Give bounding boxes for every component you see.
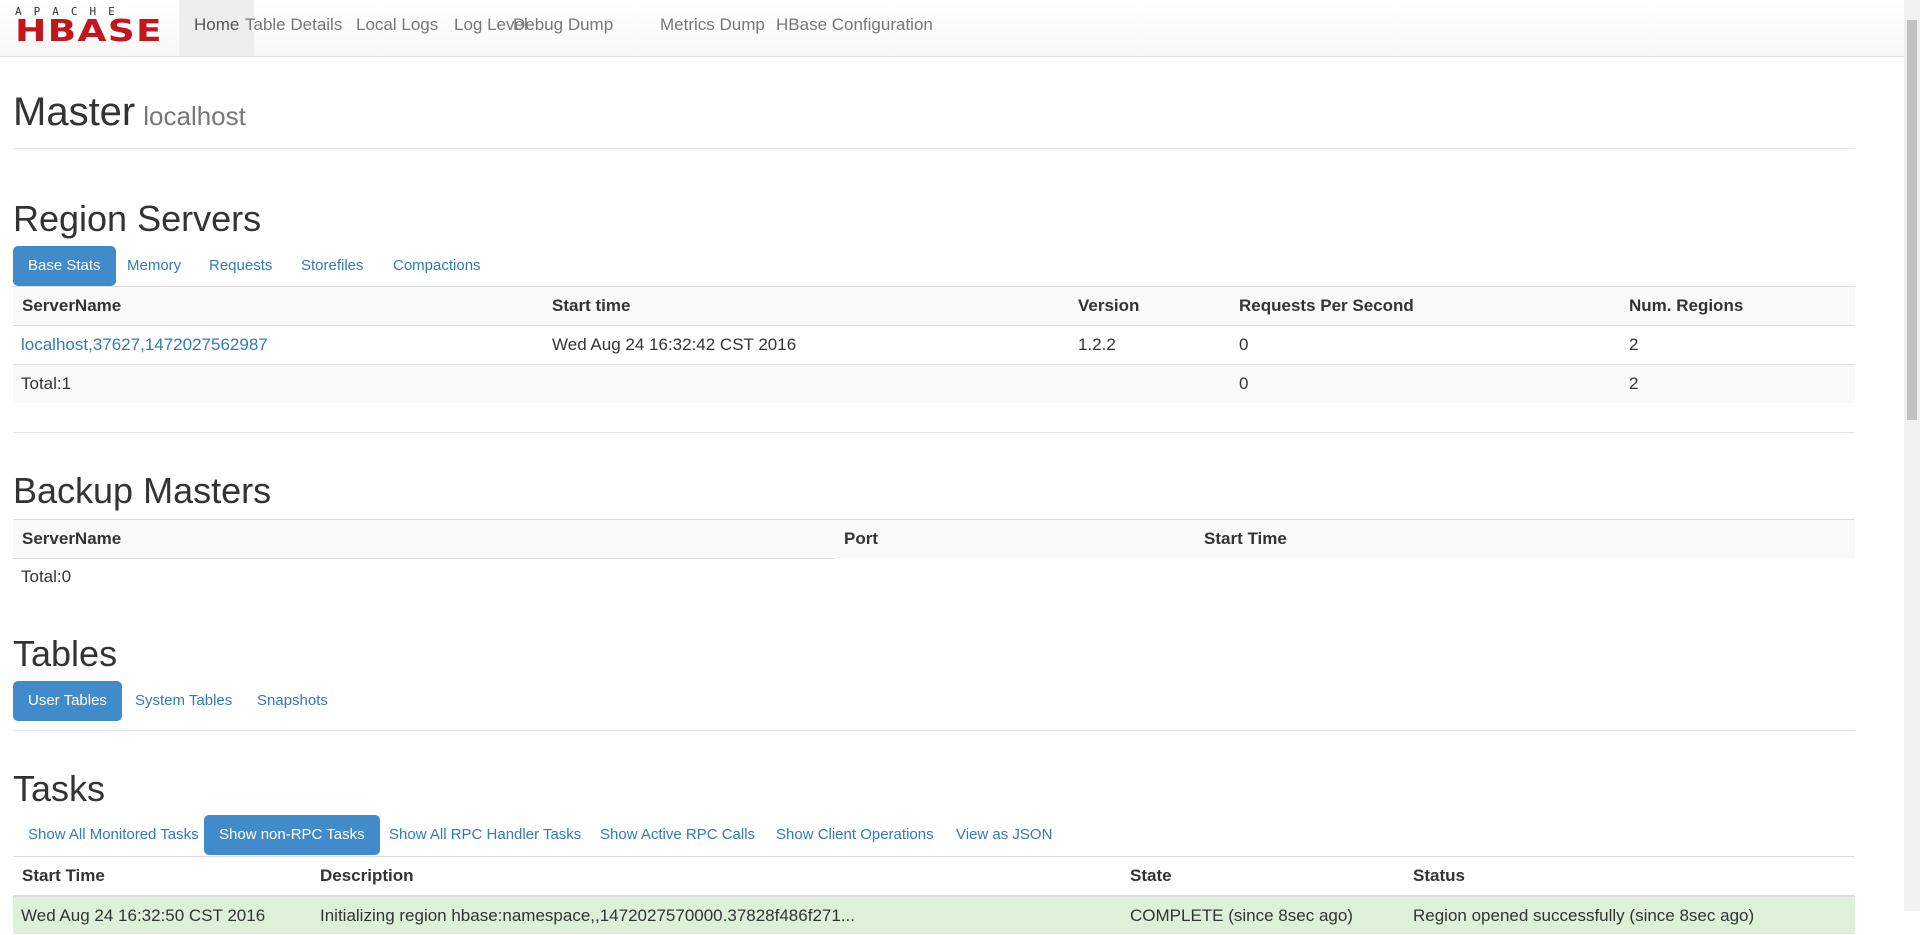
version: 1.2.2	[1078, 335, 1116, 354]
title-text: Master	[13, 90, 136, 134]
total-regions: 2	[1629, 374, 1639, 393]
task-status: Region opened successfully (since 8sec a…	[1413, 906, 1755, 925]
num-regions: 2	[1629, 335, 1639, 354]
tab-requests[interactable]: Requests	[194, 246, 287, 286]
backup-masters-heading: Backup Masters	[13, 470, 272, 511]
tab-rpc-handler-tasks[interactable]: Show All RPC Handler Tasks	[374, 815, 596, 855]
divider	[13, 148, 1855, 149]
logo-hbase-text: HBASE	[15, 14, 163, 49]
start-time: Wed Aug 24 16:32:42 CST 2016	[552, 335, 797, 354]
tasks-heading: Tasks	[13, 768, 106, 809]
navbar: APACHE HBASE Home Table Details Local Lo…	[0, 0, 1904, 57]
hbase-logo[interactable]: APACHE HBASE	[15, 6, 162, 47]
tab-base-stats[interactable]: Base Stats	[13, 246, 116, 286]
nav-table-details[interactable]: Table Details	[245, 0, 342, 56]
col-version: Version	[1078, 296, 1140, 315]
col-servername: ServerName	[22, 296, 122, 315]
total-label: Total:0	[21, 567, 72, 586]
tab-system-tables[interactable]: System Tables	[120, 681, 247, 721]
col-description: Description	[320, 866, 414, 885]
divider	[13, 558, 835, 559]
table-header: Start Time Description State Status	[13, 856, 1855, 895]
host-name: localhost	[143, 101, 246, 131]
tab-memory[interactable]: Memory	[112, 246, 196, 286]
col-start-time: Start Time	[1204, 529, 1287, 548]
nav-home[interactable]: Home	[179, 0, 255, 56]
scrollbar-thumb[interactable]	[1907, 20, 1917, 420]
tab-all-monitored-tasks[interactable]: Show All Monitored Tasks	[13, 815, 214, 855]
region-servers-heading: Region Servers	[13, 198, 262, 239]
tab-compactions[interactable]: Compactions	[378, 246, 496, 286]
col-status: Status	[1413, 866, 1465, 885]
tab-non-rpc-tasks[interactable]: Show non-RPC Tasks	[204, 815, 380, 855]
tables-heading: Tables	[13, 633, 118, 674]
tab-user-tables[interactable]: User Tables	[13, 681, 122, 721]
divider	[13, 432, 1855, 433]
tab-storefiles[interactable]: Storefiles	[286, 246, 379, 286]
tab-active-rpc-calls[interactable]: Show Active RPC Calls	[585, 815, 770, 855]
table-header: ServerName Port Start Time	[13, 519, 1855, 558]
requests-per-second: 0	[1239, 335, 1249, 354]
total-label: Total:1	[21, 374, 72, 393]
nav-metrics-dump[interactable]: Metrics Dump	[660, 0, 765, 56]
vertical-scrollbar[interactable]	[1904, 0, 1920, 911]
nav-debug-dump[interactable]: Debug Dump	[513, 0, 613, 56]
page-title: Master localhost	[13, 90, 246, 135]
task-start-time: Wed Aug 24 16:32:50 CST 2016	[21, 906, 266, 925]
tab-client-operations[interactable]: Show Client Operations	[761, 815, 949, 855]
divider	[13, 730, 1855, 731]
total-row: Total:1 0 2	[13, 364, 1855, 403]
col-state: State	[1130, 866, 1172, 885]
tab-view-as-json[interactable]: View as JSON	[941, 815, 1067, 855]
col-num-regions: Num. Regions	[1629, 296, 1744, 315]
task-row: Wed Aug 24 16:32:50 CST 2016 Initializin…	[13, 895, 1855, 934]
tab-snapshots[interactable]: Snapshots	[242, 681, 343, 721]
nav-hbase-configuration[interactable]: HBase Configuration	[776, 0, 933, 56]
col-requests-per-second: Requests Per Second	[1239, 296, 1414, 315]
server-link[interactable]: localhost,37627,1472027562987	[21, 326, 268, 364]
col-port: Port	[844, 529, 878, 548]
task-state: COMPLETE (since 8sec ago)	[1130, 906, 1353, 925]
total-requests: 0	[1239, 374, 1249, 393]
col-start-time: Start Time	[22, 866, 105, 885]
col-servername: ServerName	[22, 529, 122, 548]
task-description: Initializing region hbase:namespace,,147…	[320, 906, 855, 925]
table-header: ServerName Start time Version Requests P…	[13, 286, 1855, 325]
col-start-time: Start time	[552, 296, 631, 315]
nav-local-logs[interactable]: Local Logs	[356, 0, 438, 56]
table-row: localhost,37627,1472027562987 Wed Aug 24…	[13, 325, 1855, 364]
